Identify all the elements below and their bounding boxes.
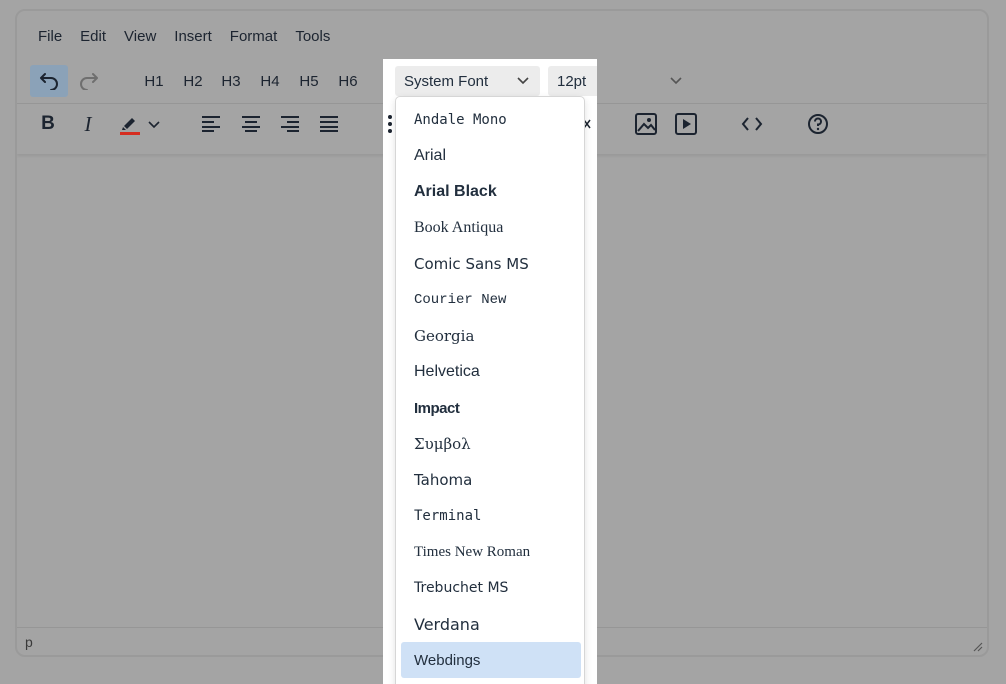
font-option-comic-sans[interactable]: Comic Sans MS [401, 246, 581, 282]
font-option-book-antiqua[interactable]: Book Antiqua [401, 210, 581, 246]
font-option-times-new-roman[interactable]: Times New Roman [401, 534, 581, 570]
font-option-verdana[interactable]: Verdana [401, 606, 581, 642]
menu-insert[interactable]: Insert [165, 25, 221, 49]
clear-format-icon [584, 119, 591, 129]
justify-icon [320, 116, 338, 132]
redo-button[interactable] [72, 65, 106, 97]
align-right-button[interactable] [275, 108, 305, 140]
font-option-arial[interactable]: Arial [401, 138, 581, 174]
font-option-terminal[interactable]: Terminal [401, 498, 581, 534]
chevron-down-icon [517, 77, 529, 85]
justify-button[interactable] [314, 108, 344, 140]
font-family-dropdown: Andale Mono Arial Arial Black Book Antiq… [395, 96, 585, 684]
italic-icon: I [84, 111, 92, 136]
heading-4-button[interactable]: H4 [255, 65, 285, 97]
media-play-icon [675, 113, 697, 135]
align-right-icon [281, 116, 299, 132]
heading-6-button[interactable]: H6 [333, 65, 363, 97]
font-option-georgia[interactable]: Georgia [401, 318, 581, 354]
menubar: File Edit View Insert Format Tools [29, 25, 339, 49]
resize-handle-icon[interactable] [973, 642, 983, 652]
bold-button[interactable]: B [32, 108, 64, 140]
chevron-down-icon [670, 77, 682, 85]
heading-2-button[interactable]: H2 [178, 65, 208, 97]
bold-icon: B [41, 113, 55, 134]
help-icon [808, 114, 828, 134]
element-path[interactable]: p [25, 634, 33, 650]
menu-format[interactable]: Format [221, 25, 287, 49]
font-option-webdings[interactable]: Webdings [401, 642, 581, 678]
font-option-symbol[interactable]: Συμβολ [401, 426, 581, 462]
font-option-andale-mono[interactable]: Andale Mono [401, 102, 581, 138]
undo-button[interactable] [30, 65, 68, 97]
align-left-button[interactable] [196, 108, 226, 140]
heading-1-button[interactable]: H1 [139, 65, 169, 97]
insert-media-button[interactable] [670, 108, 702, 140]
font-family-value: System Font [404, 72, 489, 90]
font-option-helvetica[interactable]: Helvetica [401, 354, 581, 390]
highlight-color-button[interactable] [112, 108, 166, 140]
image-icon [635, 113, 657, 135]
font-size-value: 12pt [557, 72, 587, 90]
align-center-icon [242, 116, 260, 132]
code-icon [741, 117, 763, 131]
heading-3-button[interactable]: H3 [216, 65, 246, 97]
insert-image-button[interactable] [630, 108, 662, 140]
align-left-icon [202, 116, 220, 132]
highlighter-icon [120, 118, 140, 135]
vertical-dots-icon [388, 115, 392, 133]
font-option-impact[interactable]: Impact [401, 390, 581, 426]
font-option-tahoma[interactable]: Tahoma [401, 462, 581, 498]
menu-tools[interactable]: Tools [286, 25, 339, 49]
undo-icon [40, 73, 58, 90]
italic-button[interactable]: I [72, 108, 104, 140]
menu-edit[interactable]: Edit [71, 25, 115, 49]
font-family-select[interactable]: System Font [395, 66, 540, 96]
menu-view[interactable]: View [115, 25, 165, 49]
font-option-courier-new[interactable]: Courier New [401, 282, 581, 318]
redo-icon [80, 73, 98, 90]
source-code-button[interactable] [736, 108, 768, 140]
align-center-button[interactable] [236, 108, 266, 140]
heading-5-button[interactable]: H5 [294, 65, 324, 97]
font-option-arial-black[interactable]: Arial Black [401, 174, 581, 210]
font-option-trebuchet-ms[interactable]: Trebuchet MS [401, 570, 581, 606]
menu-file[interactable]: File [29, 25, 71, 49]
chevron-down-icon [148, 121, 160, 129]
font-size-select[interactable]: 12pt [548, 66, 693, 96]
help-button[interactable] [802, 108, 834, 140]
